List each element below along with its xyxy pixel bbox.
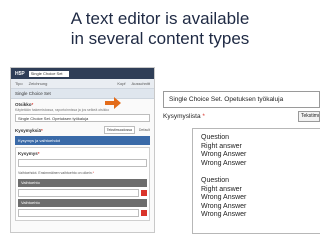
questions-label: Kysymyksiä* [15,127,43,133]
slide-title-line-2: in several content types [70,29,250,48]
title-hint: Käytetään hakemistossa, raportoinnissa j… [15,108,110,112]
alternative-bar-2[interactable]: Vaihtoehto [18,199,147,207]
question-panel: Kysymys* Vaihtoehdot. Ensimmäinen vaihto… [15,147,150,221]
h5p-logo: H5P [15,70,25,77]
toolbar-item-zeichnung[interactable]: Zeichnung [29,81,48,86]
title-label: Otsikko* [15,102,34,107]
alternative-input-2[interactable] [18,209,139,217]
editor-line: Question [201,134,230,141]
title-input[interactable]: Single Choice Set. Opetuksen työkaluja [15,114,150,122]
slide-title-line-1: A text editor is available [70,9,250,28]
alternative-row-1 [18,189,147,197]
editor-line: Question [201,176,230,184]
content-type-selector[interactable]: Single Choice Set [28,70,69,77]
toolbar-item-ausschnitt[interactable]: Ausschnitt [132,81,150,86]
editor-line: Wrong Answer [201,202,247,210]
editor-line: Wrong Answer [201,194,247,202]
text-mode-tab[interactable]: Tekstimuodossa [103,126,135,134]
editor-line: Wrong Answer [201,151,247,159]
zoom-question-list-label: Kysymyslista * [163,113,205,120]
editor-line: Wrong Answer [201,211,247,219]
arrow-right-icon [105,97,121,109]
toolbar-item-tipo[interactable]: Tipo [15,81,23,86]
questions-row: Kysymyksiä* Tekstimuodossa Default [11,124,154,134]
editor-line: Right answer [201,142,242,150]
remove-icon[interactable] [141,190,147,196]
editor-line: Right answer [201,185,242,193]
alternatives-note: Vaihtoehdot. Ensimmäinen vaihtoehto on o… [18,171,95,175]
zoom-text-mode-tab[interactable]: Tekstimuodossa [298,111,320,122]
thumbnail-topbar: H5P Single Choice Set [11,68,154,79]
alternative-bar-1[interactable]: Vaihtoehto [18,179,147,187]
editor-screenshot-thumbnail: H5P Single Choice Set Tipo Zeichnung Kop… [10,67,155,233]
question-label: Kysymys* [18,151,40,156]
toolbar-item-kopf[interactable]: Kopf [117,81,125,86]
thumbnail-toolbar: Tipo Zeichnung Kopf Ausschnitt [11,79,154,89]
alternative-row-2 [18,209,147,217]
editor-header: Single Choice Set [11,89,154,99]
editor-line: Wrong Answer [201,159,247,167]
alternative-input-1[interactable] [18,189,139,197]
question-input[interactable] [18,159,147,167]
remove-icon[interactable] [141,210,147,216]
question-group-bar[interactable]: Kysymys ja vaihtoehdot [15,136,150,145]
zoom-title-field[interactable]: Single Choice Set. Opetuksen työkaluja [163,91,320,108]
slide-title: A text editor is available in several co… [0,9,320,49]
question-text-editor[interactable]: Question Right answer Wrong Answer Wrong… [192,128,320,234]
default-mode-tab[interactable]: Default [139,128,150,132]
